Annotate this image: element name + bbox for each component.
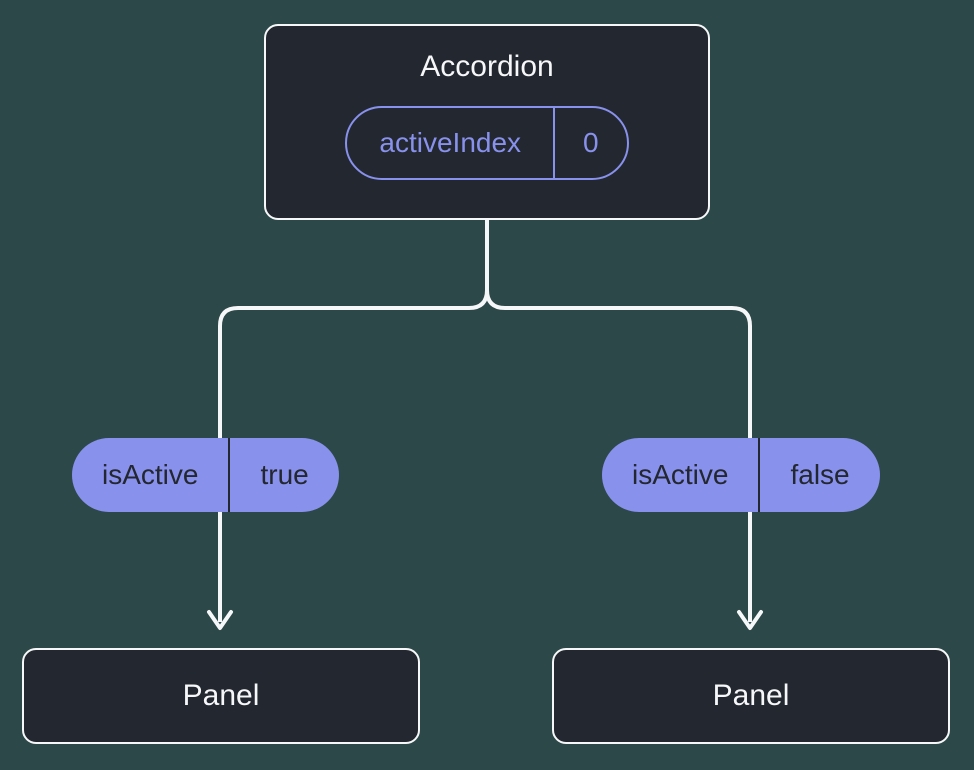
accordion-title: Accordion — [420, 50, 553, 84]
panel-label: Panel — [713, 679, 790, 713]
state-name: activeIndex — [347, 108, 553, 178]
state-pill: activeIndex 0 — [345, 106, 628, 180]
prop-pill-right: isActive false — [602, 438, 880, 512]
accordion-component-box: Accordion activeIndex 0 — [264, 24, 710, 220]
prop-pill-left: isActive true — [72, 438, 339, 512]
prop-name: isActive — [602, 438, 758, 512]
panel-box-left: Panel — [22, 648, 420, 744]
state-value: 0 — [553, 108, 627, 178]
panel-box-right: Panel — [552, 648, 950, 744]
panel-label: Panel — [183, 679, 260, 713]
prop-value: false — [758, 438, 879, 512]
prop-value: true — [228, 438, 338, 512]
prop-name: isActive — [72, 438, 228, 512]
